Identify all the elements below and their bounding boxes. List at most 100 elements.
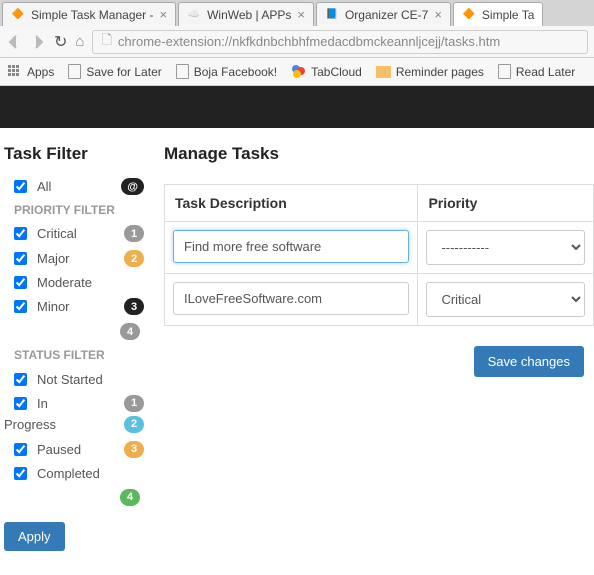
filter-label: Not Started xyxy=(37,372,144,387)
status-filter-header: STATUS FILTER xyxy=(14,348,144,364)
close-icon[interactable]: × xyxy=(297,7,305,22)
filter-label: Critical xyxy=(37,226,124,241)
browser-tab-2[interactable]: 📘 Organizer CE-7 × xyxy=(316,2,451,26)
filter-in-progress[interactable]: In 1 Progress 2 xyxy=(4,395,144,433)
page-icon xyxy=(68,64,81,79)
filter-not-started-checkbox[interactable] xyxy=(14,373,27,386)
browser-tab-0[interactable]: 🔶 Simple Task Manager - × xyxy=(2,2,176,26)
filter-badge: 4 xyxy=(120,489,140,506)
filter-in-progress-checkbox[interactable] xyxy=(14,397,27,410)
tab-label: Simple Task Manager - xyxy=(31,8,154,22)
url-text: chrome-extension://nkfkdnbchbhfmedacdbmc… xyxy=(118,34,500,49)
browser-tab-1[interactable]: ☁️ WinWeb | APPs × xyxy=(178,2,314,26)
bookmark-tabcloud[interactable]: TabCloud xyxy=(291,64,362,79)
bookmark-label: Boja Facebook! xyxy=(194,65,277,79)
back-icon[interactable] xyxy=(6,34,22,50)
url-bar[interactable]: 🗋 chrome-extension://nkfkdnbchbhfmedacdb… xyxy=(92,30,588,54)
bookmark-read-later[interactable]: Read Later xyxy=(498,64,575,79)
app-header-bar xyxy=(0,86,594,128)
task-priority-select[interactable]: Critical xyxy=(426,282,585,317)
close-icon[interactable]: × xyxy=(434,7,442,22)
bookmark-label: Save for Later xyxy=(86,65,161,79)
home-icon[interactable]: ⌂ xyxy=(75,33,84,50)
tab-favicon-icon: 🔶 xyxy=(462,8,476,22)
priority-filter-header: PRIORITY FILTER xyxy=(14,203,144,217)
task-description-input[interactable] xyxy=(173,230,409,263)
tab-label: Organizer CE-7 xyxy=(345,8,428,22)
filter-badge: 1 xyxy=(124,225,144,242)
filter-badge: 3 xyxy=(124,298,144,315)
filter-label: Moderate xyxy=(37,275,144,290)
tab-favicon-icon: 🔶 xyxy=(11,8,25,22)
col-header-description: Task Description xyxy=(165,185,418,222)
filter-label: Minor xyxy=(37,299,124,314)
filter-critical[interactable]: Critical 1 xyxy=(4,225,144,242)
tab-favicon-icon: ☁️ xyxy=(187,8,201,22)
bookmark-apps[interactable]: Apps xyxy=(8,65,54,79)
bookmark-label: TabCloud xyxy=(311,65,362,79)
page-icon xyxy=(498,64,511,79)
filter-badge: 3 xyxy=(124,441,144,458)
filter-not-started[interactable]: Not Started xyxy=(4,372,144,387)
apps-grid-icon xyxy=(8,65,22,79)
filter-moderate[interactable]: Moderate xyxy=(4,275,144,290)
reload-icon[interactable]: ↻ xyxy=(54,32,67,52)
bookmark-reminder[interactable]: Reminder pages xyxy=(376,65,484,79)
filter-major[interactable]: Major 2 xyxy=(4,250,144,267)
page-icon xyxy=(176,64,189,79)
tab-label: WinWeb | APPs xyxy=(207,8,291,22)
apply-button[interactable]: Apply xyxy=(4,522,65,551)
filter-completed-checkbox[interactable] xyxy=(14,467,27,480)
filter-label: Major xyxy=(37,251,124,266)
col-header-priority: Priority xyxy=(418,185,594,222)
filter-label: Paused xyxy=(37,442,124,457)
task-description-input[interactable] xyxy=(173,282,409,315)
main-panel: Manage Tasks Task Description Priority -… xyxy=(144,144,594,551)
filter-completed[interactable]: Completed xyxy=(4,466,144,481)
bookmark-label: Read Later xyxy=(516,65,575,79)
bookmark-boja-fb[interactable]: Boja Facebook! xyxy=(176,64,277,79)
filter-major-checkbox[interactable] xyxy=(14,252,27,265)
filter-label: All xyxy=(37,179,121,194)
filter-extra-row: 4 xyxy=(4,323,144,340)
filter-badge: 1 xyxy=(124,395,144,412)
filter-paused[interactable]: Paused 3 xyxy=(4,441,144,458)
bookmark-save-later[interactable]: Save for Later xyxy=(68,64,161,79)
filter-minor[interactable]: Minor 3 xyxy=(4,298,144,315)
filter-all[interactable]: All @ xyxy=(4,178,144,195)
filter-badge: 4 xyxy=(120,323,140,340)
save-changes-button[interactable]: Save changes xyxy=(474,346,584,377)
bookmark-label: Apps xyxy=(27,65,54,79)
filter-all-checkbox[interactable] xyxy=(14,180,27,193)
tabcloud-icon xyxy=(291,64,306,79)
table-row: ----------- xyxy=(165,222,594,274)
filter-badge: 2 xyxy=(124,416,144,433)
tab-favicon-icon: 📘 xyxy=(325,8,339,22)
task-priority-select[interactable]: ----------- xyxy=(426,230,585,265)
browser-nav-bar: ↻ ⌂ 🗋 chrome-extension://nkfkdnbchbhfmed… xyxy=(0,26,594,58)
forward-icon[interactable] xyxy=(30,34,46,50)
bookmark-label: Reminder pages xyxy=(396,65,484,79)
tab-label: Simple Ta xyxy=(482,8,534,22)
filter-label: In xyxy=(37,396,124,411)
filter-paused-checkbox[interactable] xyxy=(14,443,27,456)
tasks-table: Task Description Priority ----------- xyxy=(164,184,594,326)
close-icon[interactable]: × xyxy=(160,7,168,22)
filter-badge: 2 xyxy=(124,250,144,267)
filter-badge: @ xyxy=(121,178,144,195)
filter-label: Progress xyxy=(4,417,124,432)
folder-icon xyxy=(376,66,391,78)
sidebar-title: Task Filter xyxy=(4,144,144,164)
table-row: Critical xyxy=(165,274,594,326)
filter-critical-checkbox[interactable] xyxy=(14,227,27,240)
bookmark-bar: Apps Save for Later Boja Facebook! TabCl… xyxy=(0,58,594,86)
filter-minor-checkbox[interactable] xyxy=(14,300,27,313)
page-icon: 🗋 xyxy=(101,31,111,53)
filter-label: Completed xyxy=(37,466,144,481)
filter-completed-badge-row: 4 xyxy=(4,489,144,506)
main-title: Manage Tasks xyxy=(164,144,594,164)
filter-moderate-checkbox[interactable] xyxy=(14,276,27,289)
sidebar: Task Filter All @ PRIORITY FILTER Critic… xyxy=(4,144,144,551)
browser-tab-3[interactable]: 🔶 Simple Ta xyxy=(453,2,543,26)
browser-tab-strip: 🔶 Simple Task Manager - × ☁️ WinWeb | AP… xyxy=(0,0,594,26)
